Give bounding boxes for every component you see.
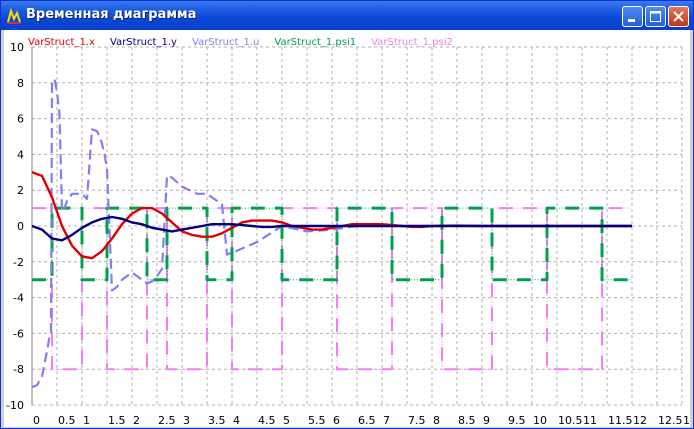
x-tick-label: 13 (683, 414, 690, 427)
x-tick-label: 11 (583, 414, 597, 427)
x-tick-label: 12 (633, 414, 647, 427)
x-tick-label: 11.5 (608, 414, 633, 427)
chart-area[interactable]: 0 0.5 1 1.5 2 2.5 3 3.5 4 4.5 5 5.5 6 6.5 7 7.5 8 8.5 9 9.5… (4, 30, 690, 427)
legend-item-u: VarStruct_1.u (192, 37, 260, 48)
x-tick-label: 6.5 (358, 414, 376, 427)
legend-item-y: VarStruct_1.y (110, 37, 177, 48)
x-tick-label: 0 (33, 414, 40, 427)
x-tick-label: 1 (83, 414, 90, 427)
maximize-button[interactable] (645, 6, 666, 27)
x-tick-label: 5.5 (308, 414, 326, 427)
y-tick-label: 0 (17, 220, 24, 233)
minimize-button[interactable] (622, 6, 643, 27)
legend-item-psi2: VarStruct_1.psi2 (371, 37, 453, 48)
close-icon (673, 11, 684, 22)
x-tick-label: 10.5 (558, 414, 583, 427)
x-tick-label: 2.5 (158, 414, 176, 427)
x-tick-label: 4 (233, 414, 240, 427)
title-bar[interactable]: Временная диаграмма (1, 1, 693, 30)
legend-item-psi1: VarStruct_1.psi1 (274, 37, 357, 48)
y-tick-label: -2 (13, 256, 24, 269)
y-tick-label: 6 (17, 113, 24, 126)
y-tick-label: 10 (10, 41, 24, 54)
maximize-icon (650, 11, 661, 22)
y-tick-label: 4 (17, 148, 24, 161)
x-tick-label: 5 (283, 414, 290, 427)
y-tick-label: 8 (17, 77, 24, 90)
legend: VarStruct_1.x VarStruct_1.y VarStruct_1.… (28, 30, 463, 48)
y-tick-label: -6 (13, 327, 24, 340)
x-tick-label: 10 (533, 414, 547, 427)
window-title: Временная диаграмма (26, 7, 197, 22)
x-tick-label: 7 (383, 414, 390, 427)
x-tick-label: 8.5 (458, 414, 476, 427)
y-tick-label: -4 (13, 292, 24, 305)
x-tick-label: 0.5 (58, 414, 76, 427)
chart-app-icon (7, 8, 21, 24)
x-tick-label: 3 (183, 414, 190, 427)
x-tick-label: 4.5 (258, 414, 276, 427)
minimize-icon (628, 19, 635, 22)
x-tick-label: 2 (133, 414, 140, 427)
plot-canvas: 0 0.5 1 1.5 2 2.5 3 3.5 4 4.5 5 5.5 6 6.5 7 7.5 8 8.5 9 9.5… (6, 41, 690, 427)
x-tick-label: 12.5 (658, 414, 683, 427)
x-tick-label: 8 (433, 414, 440, 427)
x-tick-label: 3.5 (208, 414, 226, 427)
close-button[interactable] (668, 6, 689, 27)
x-tick-label: 6 (333, 414, 340, 427)
y-tick-label: -8 (13, 363, 24, 376)
y-tick-label: 2 (17, 184, 24, 197)
x-tick-label: 7.5 (408, 414, 426, 427)
x-tick-label: 1.5 (108, 414, 126, 427)
x-tick-label: 9 (483, 414, 490, 427)
y-tick-label: -10 (6, 399, 24, 412)
diagram-window: Временная диаграмма 0 0.5 1 1.5 2 2.5 3 3.5 4 4.5… (0, 0, 694, 429)
x-tick-label: 9.5 (508, 414, 526, 427)
legend-item-x: VarStruct_1.x (28, 37, 95, 48)
